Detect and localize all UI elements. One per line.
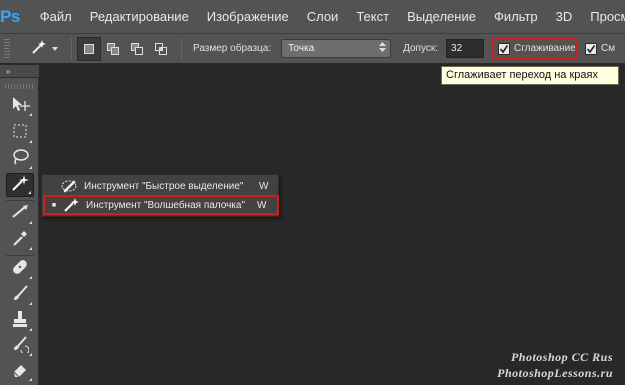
contiguous-label: См: [601, 43, 616, 54]
history-brush-icon: [11, 335, 30, 358]
menu-items: Файл Редактирование Изображение Слои Тек…: [20, 0, 625, 33]
antialias-checkbox[interactable]: [498, 42, 511, 55]
menu-layers[interactable]: Слои: [298, 9, 348, 24]
contiguous-checkbox-group[interactable]: См: [585, 42, 616, 55]
quick-selection-icon: [61, 178, 81, 194]
lasso-icon: [11, 148, 29, 171]
magic-wand-icon: [63, 197, 83, 213]
flyout-item-magic-wand[interactable]: ■ Инструмент "Волшебная палочка" W: [43, 195, 279, 215]
sample-size-value: Точка: [288, 43, 315, 54]
add-selection-button[interactable]: [101, 37, 125, 61]
contiguous-checkbox[interactable]: [585, 42, 598, 55]
menu-image[interactable]: Изображение: [198, 9, 298, 24]
clone-stamp-tool-button[interactable]: [6, 309, 34, 333]
tolerance-input[interactable]: 32: [446, 39, 485, 58]
tools-panel-header[interactable]: »: [0, 65, 39, 78]
move-tool-icon: [10, 95, 30, 118]
eyedropper-tool-button[interactable]: [6, 228, 34, 252]
tolerance-label: Допуск:: [403, 43, 439, 54]
menu-text[interactable]: Текст: [347, 9, 398, 24]
shortcut-key: W: [257, 199, 267, 211]
menu-view[interactable]: Просмотр: [581, 9, 625, 24]
divider: [181, 37, 182, 60]
chevron-down-icon: [52, 43, 58, 54]
divider: [6, 255, 34, 256]
stamp-icon: [11, 310, 29, 333]
options-grip[interactable]: [4, 38, 10, 59]
shortcut-key: W: [259, 180, 269, 192]
menu-select[interactable]: Выделение: [398, 9, 485, 24]
intersect-selection-button[interactable]: [149, 37, 173, 61]
magic-wand-icon: [30, 38, 48, 59]
expand-chevron-icon[interactable]: »: [6, 67, 11, 76]
menu-3d[interactable]: 3D: [547, 9, 582, 24]
photoshop-logo: Ps: [0, 6, 20, 26]
menu-edit[interactable]: Редактирование: [81, 9, 198, 24]
watermark-line-2: PhotoshopLessons.ru: [497, 366, 613, 380]
marquee-tool-button[interactable]: [6, 121, 34, 145]
flyout-item-label: Инструмент "Волшебная палочка": [86, 199, 245, 211]
eyedropper-icon: [11, 229, 29, 252]
updown-arrows-icon: [379, 42, 387, 55]
new-selection-button[interactable]: [77, 36, 101, 61]
panel-grip[interactable]: [5, 84, 33, 89]
divider: [6, 200, 34, 201]
crop-tool-button[interactable]: [6, 202, 34, 226]
bandage-icon: [11, 258, 29, 281]
flyout-item-quick-selection[interactable]: Инструмент "Быстрое выделение" W: [43, 176, 279, 196]
lasso-tool-button[interactable]: [6, 147, 34, 171]
brush-tool-button[interactable]: [6, 283, 34, 307]
magic-wand-icon: [10, 173, 30, 198]
flyout-item-label: Инструмент "Быстрое выделение": [84, 180, 244, 192]
tools-panel: [0, 78, 39, 385]
menu-filter[interactable]: Фильтр: [485, 9, 547, 24]
divider: [71, 37, 72, 60]
magic-wand-tool-button[interactable]: [6, 173, 34, 197]
antialias-label: Сглаживание: [514, 43, 576, 54]
subtract-selection-button[interactable]: [125, 37, 149, 61]
tooltip: Сглаживает переход на краях: [441, 66, 619, 85]
healing-brush-tool-button[interactable]: [6, 257, 34, 281]
brush-icon: [11, 284, 29, 307]
tool-flyout-menu: Инструмент "Быстрое выделение" W ■ Инстр…: [41, 174, 279, 217]
selected-bullet: ■: [51, 201, 57, 209]
tool-preset-picker[interactable]: [22, 37, 66, 61]
history-brush-tool-button[interactable]: [6, 334, 34, 358]
options-bar: Размер образца: Точка Допуск: 32 Сглажив…: [0, 33, 625, 64]
rectangular-marquee-icon: [12, 123, 28, 144]
sample-size-select[interactable]: Точка: [281, 39, 392, 58]
eraser-tool-button[interactable]: [6, 359, 34, 383]
sample-size-label: Размер образца:: [193, 43, 272, 54]
eraser-icon: [11, 360, 29, 383]
watermark-line-1: Photoshop CC Rus: [510, 350, 613, 364]
menu-file[interactable]: Файл: [20, 9, 81, 24]
move-tool-button[interactable]: [6, 94, 34, 118]
antialias-checkbox-group[interactable]: Сглаживание: [492, 37, 578, 60]
crop-icon: [10, 203, 30, 226]
menu-bar: Ps Файл Редактирование Изображение Слои …: [0, 0, 625, 33]
